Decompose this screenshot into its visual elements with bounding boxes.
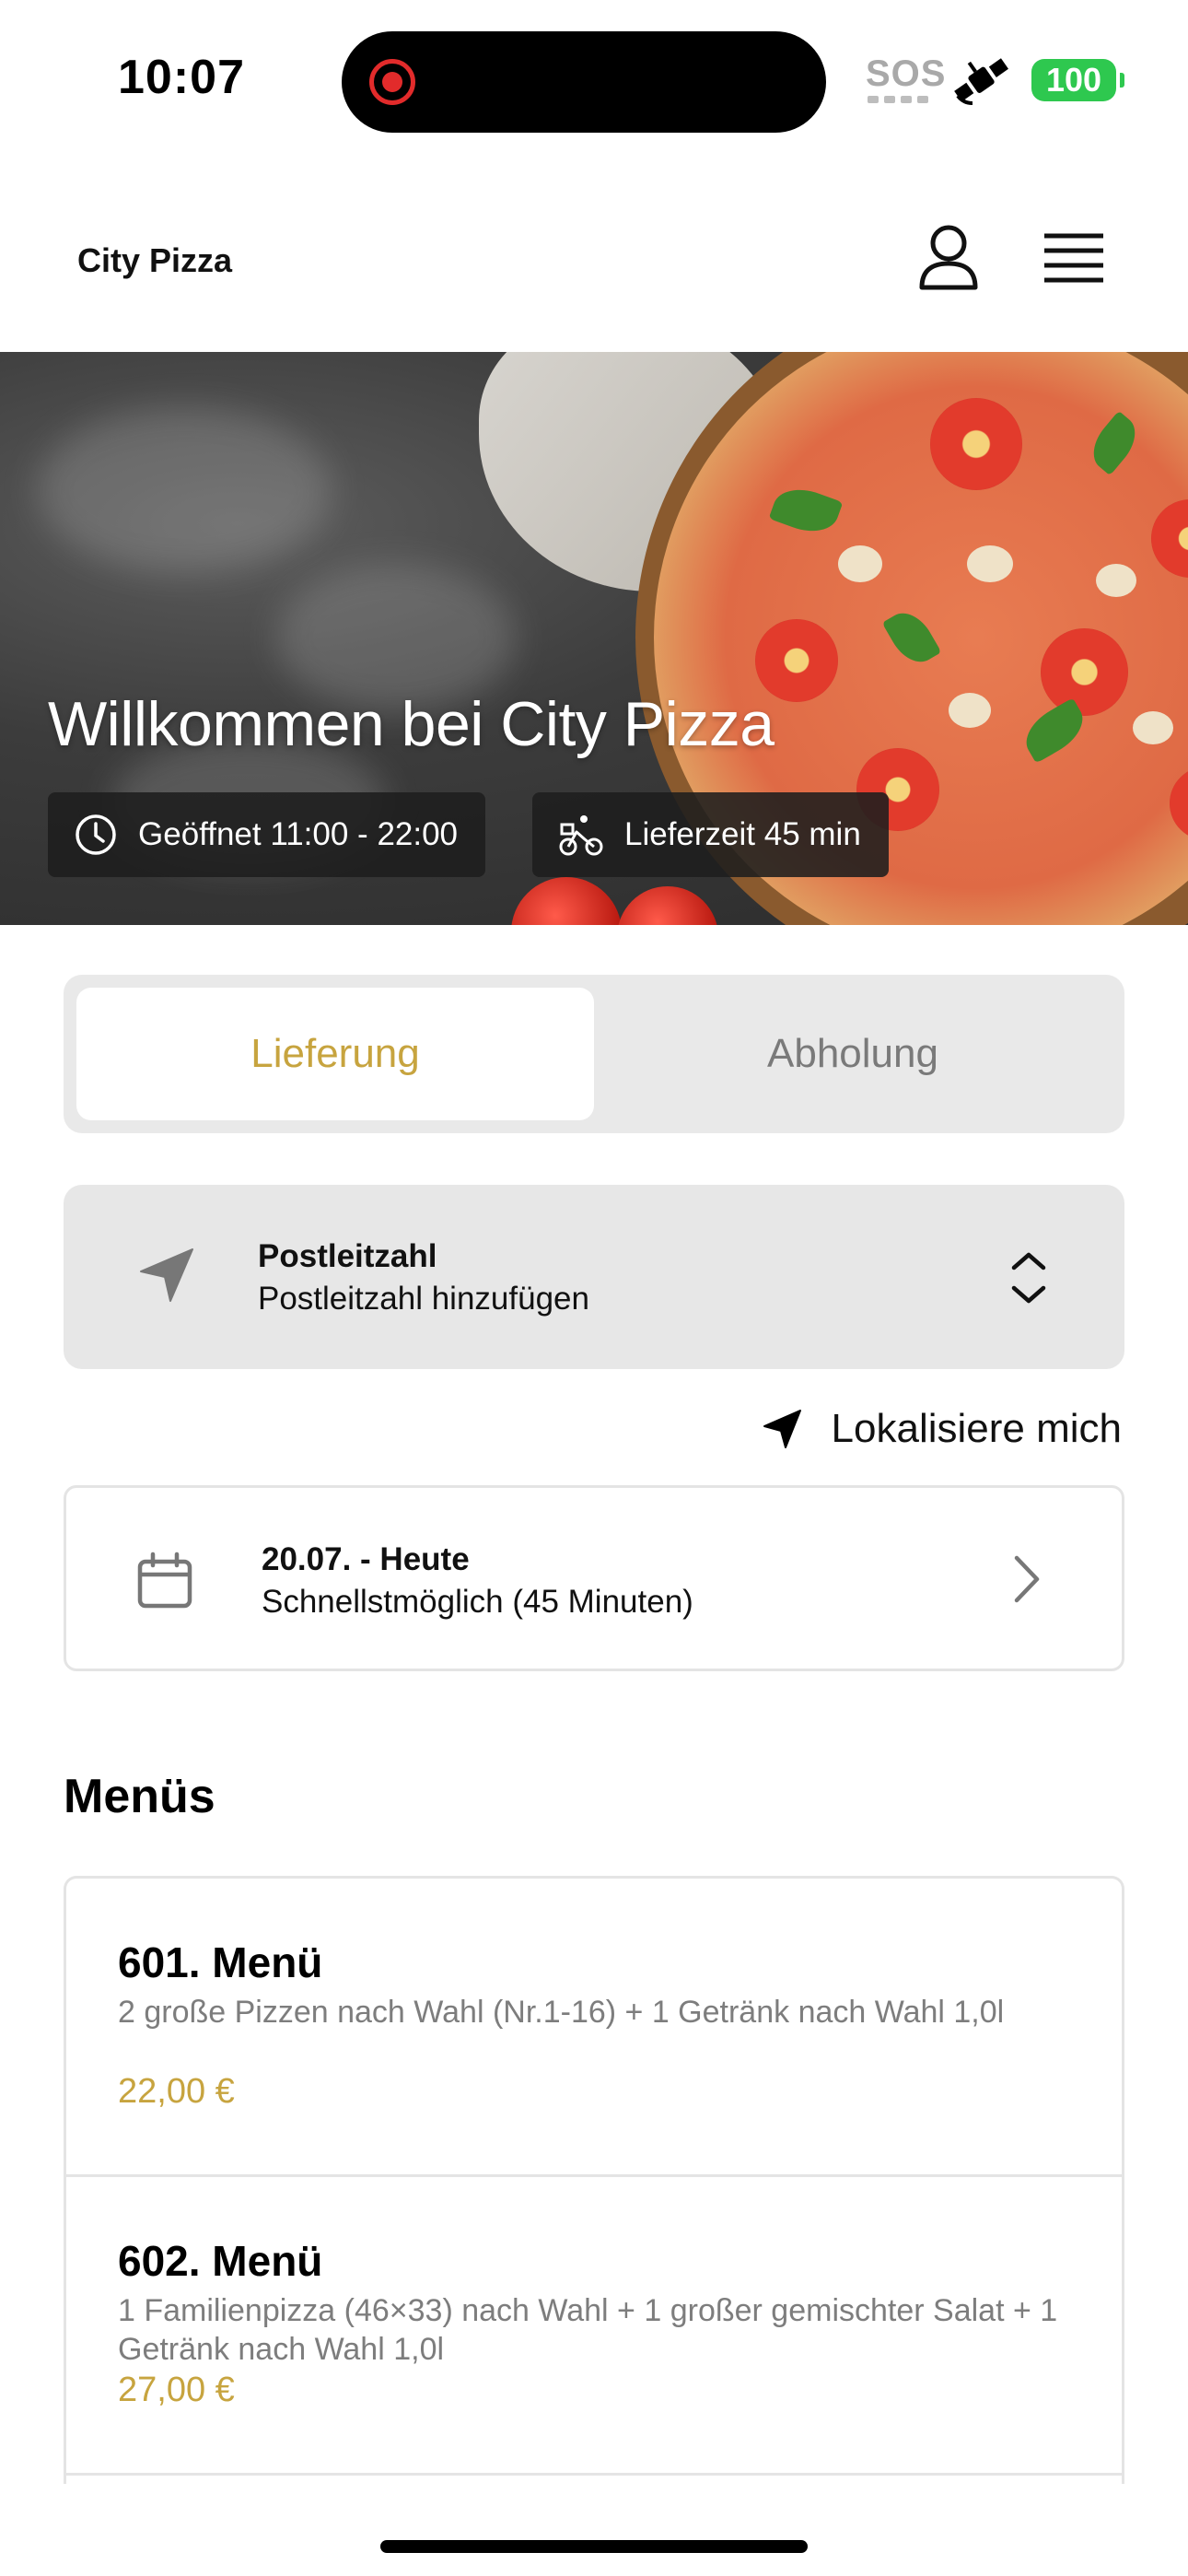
bicycle-courier-icon [559, 815, 603, 856]
menu-list: 601. Menü 2 große Pizzen nach Wahl (Nr.1… [64, 1876, 1124, 2484]
clock-icon [76, 814, 116, 855]
screen-recording-icon [369, 59, 415, 105]
brand-name[interactable]: City Pizza [77, 241, 232, 280]
status-time: 10:07 [118, 51, 245, 104]
opening-hours-chip: Geöffnet 11:00 - 22:00 [48, 792, 486, 877]
signal-dots-icon [868, 96, 928, 103]
app-header: City Pizza [0, 147, 1188, 352]
chevron-right-icon [1014, 1555, 1040, 1603]
status-bar: 10:07 SOS 100 [0, 0, 1188, 147]
home-indicator[interactable] [380, 2540, 808, 2553]
menu-item[interactable]: 601. Menü 2 große Pizzen nach Wahl (Nr.1… [66, 1879, 1122, 2177]
dynamic-island [342, 31, 826, 133]
menu-item-name: 601. Menü [118, 1938, 323, 1986]
delivery-time-option: Schnellstmöglich (45 Minuten) [262, 1584, 693, 1620]
menu-item-description: 1 Familienpizza (46×33) nach Wahl + 1 gr… [118, 2293, 1058, 2367]
postal-code-field[interactable]: Postleitzahl Postleitzahl hinzufügen [64, 1185, 1124, 1369]
battery-icon: 100 [1031, 59, 1124, 101]
satellite-icon [954, 58, 1008, 105]
hamburger-menu-icon[interactable] [1041, 230, 1107, 286]
sos-indicator: SOS [866, 53, 947, 94]
menu-item[interactable]: 602. Menü 1 Familienpizza (46×33) nach W… [66, 2177, 1122, 2476]
menu-item-name: 602. Menü [118, 2237, 323, 2285]
order-mode-toggle: Lieferung Abholung [64, 975, 1124, 1133]
menu-item-description: 2 große Pizzen nach Wahl (Nr.1-16) + 1 G… [118, 1995, 1005, 2030]
user-icon[interactable] [916, 221, 981, 295]
menu-item-price: 27,00 € [118, 2371, 235, 2409]
section-title-menus: Menüs [64, 1770, 215, 1823]
locate-me-label: Lokalisiere mich [831, 1406, 1122, 1451]
opening-hours-text: Geöffnet 11:00 - 22:00 [138, 816, 459, 852]
location-arrow-icon [763, 1410, 801, 1448]
calendar-icon [137, 1551, 192, 1609]
delivery-time-text: Lieferzeit 45 min [624, 816, 861, 852]
hero-title: Willkommen bei City Pizza [48, 689, 775, 759]
locate-me-button[interactable]: Lokalisiere mich [762, 1400, 1122, 1458]
postal-code-placeholder: Postleitzahl hinzufügen [258, 1281, 589, 1317]
tab-pickup[interactable]: Abholung [594, 988, 1112, 1120]
delivery-time-selector[interactable]: 20.07. - Heute Schnellstmöglich (45 Minu… [64, 1485, 1124, 1671]
menu-item-price: 22,00 € [118, 2072, 235, 2111]
delivery-date: 20.07. - Heute [262, 1541, 470, 1577]
hero-banner: Willkommen bei City Pizza Geöffnet 11:00… [0, 352, 1188, 925]
tab-delivery[interactable]: Lieferung [76, 988, 594, 1120]
delivery-time-chip: Lieferzeit 45 min [532, 792, 889, 877]
chevron-up-down-icon [1011, 1252, 1046, 1304]
postal-code-label: Postleitzahl [258, 1238, 437, 1274]
location-arrow-icon [140, 1248, 193, 1302]
